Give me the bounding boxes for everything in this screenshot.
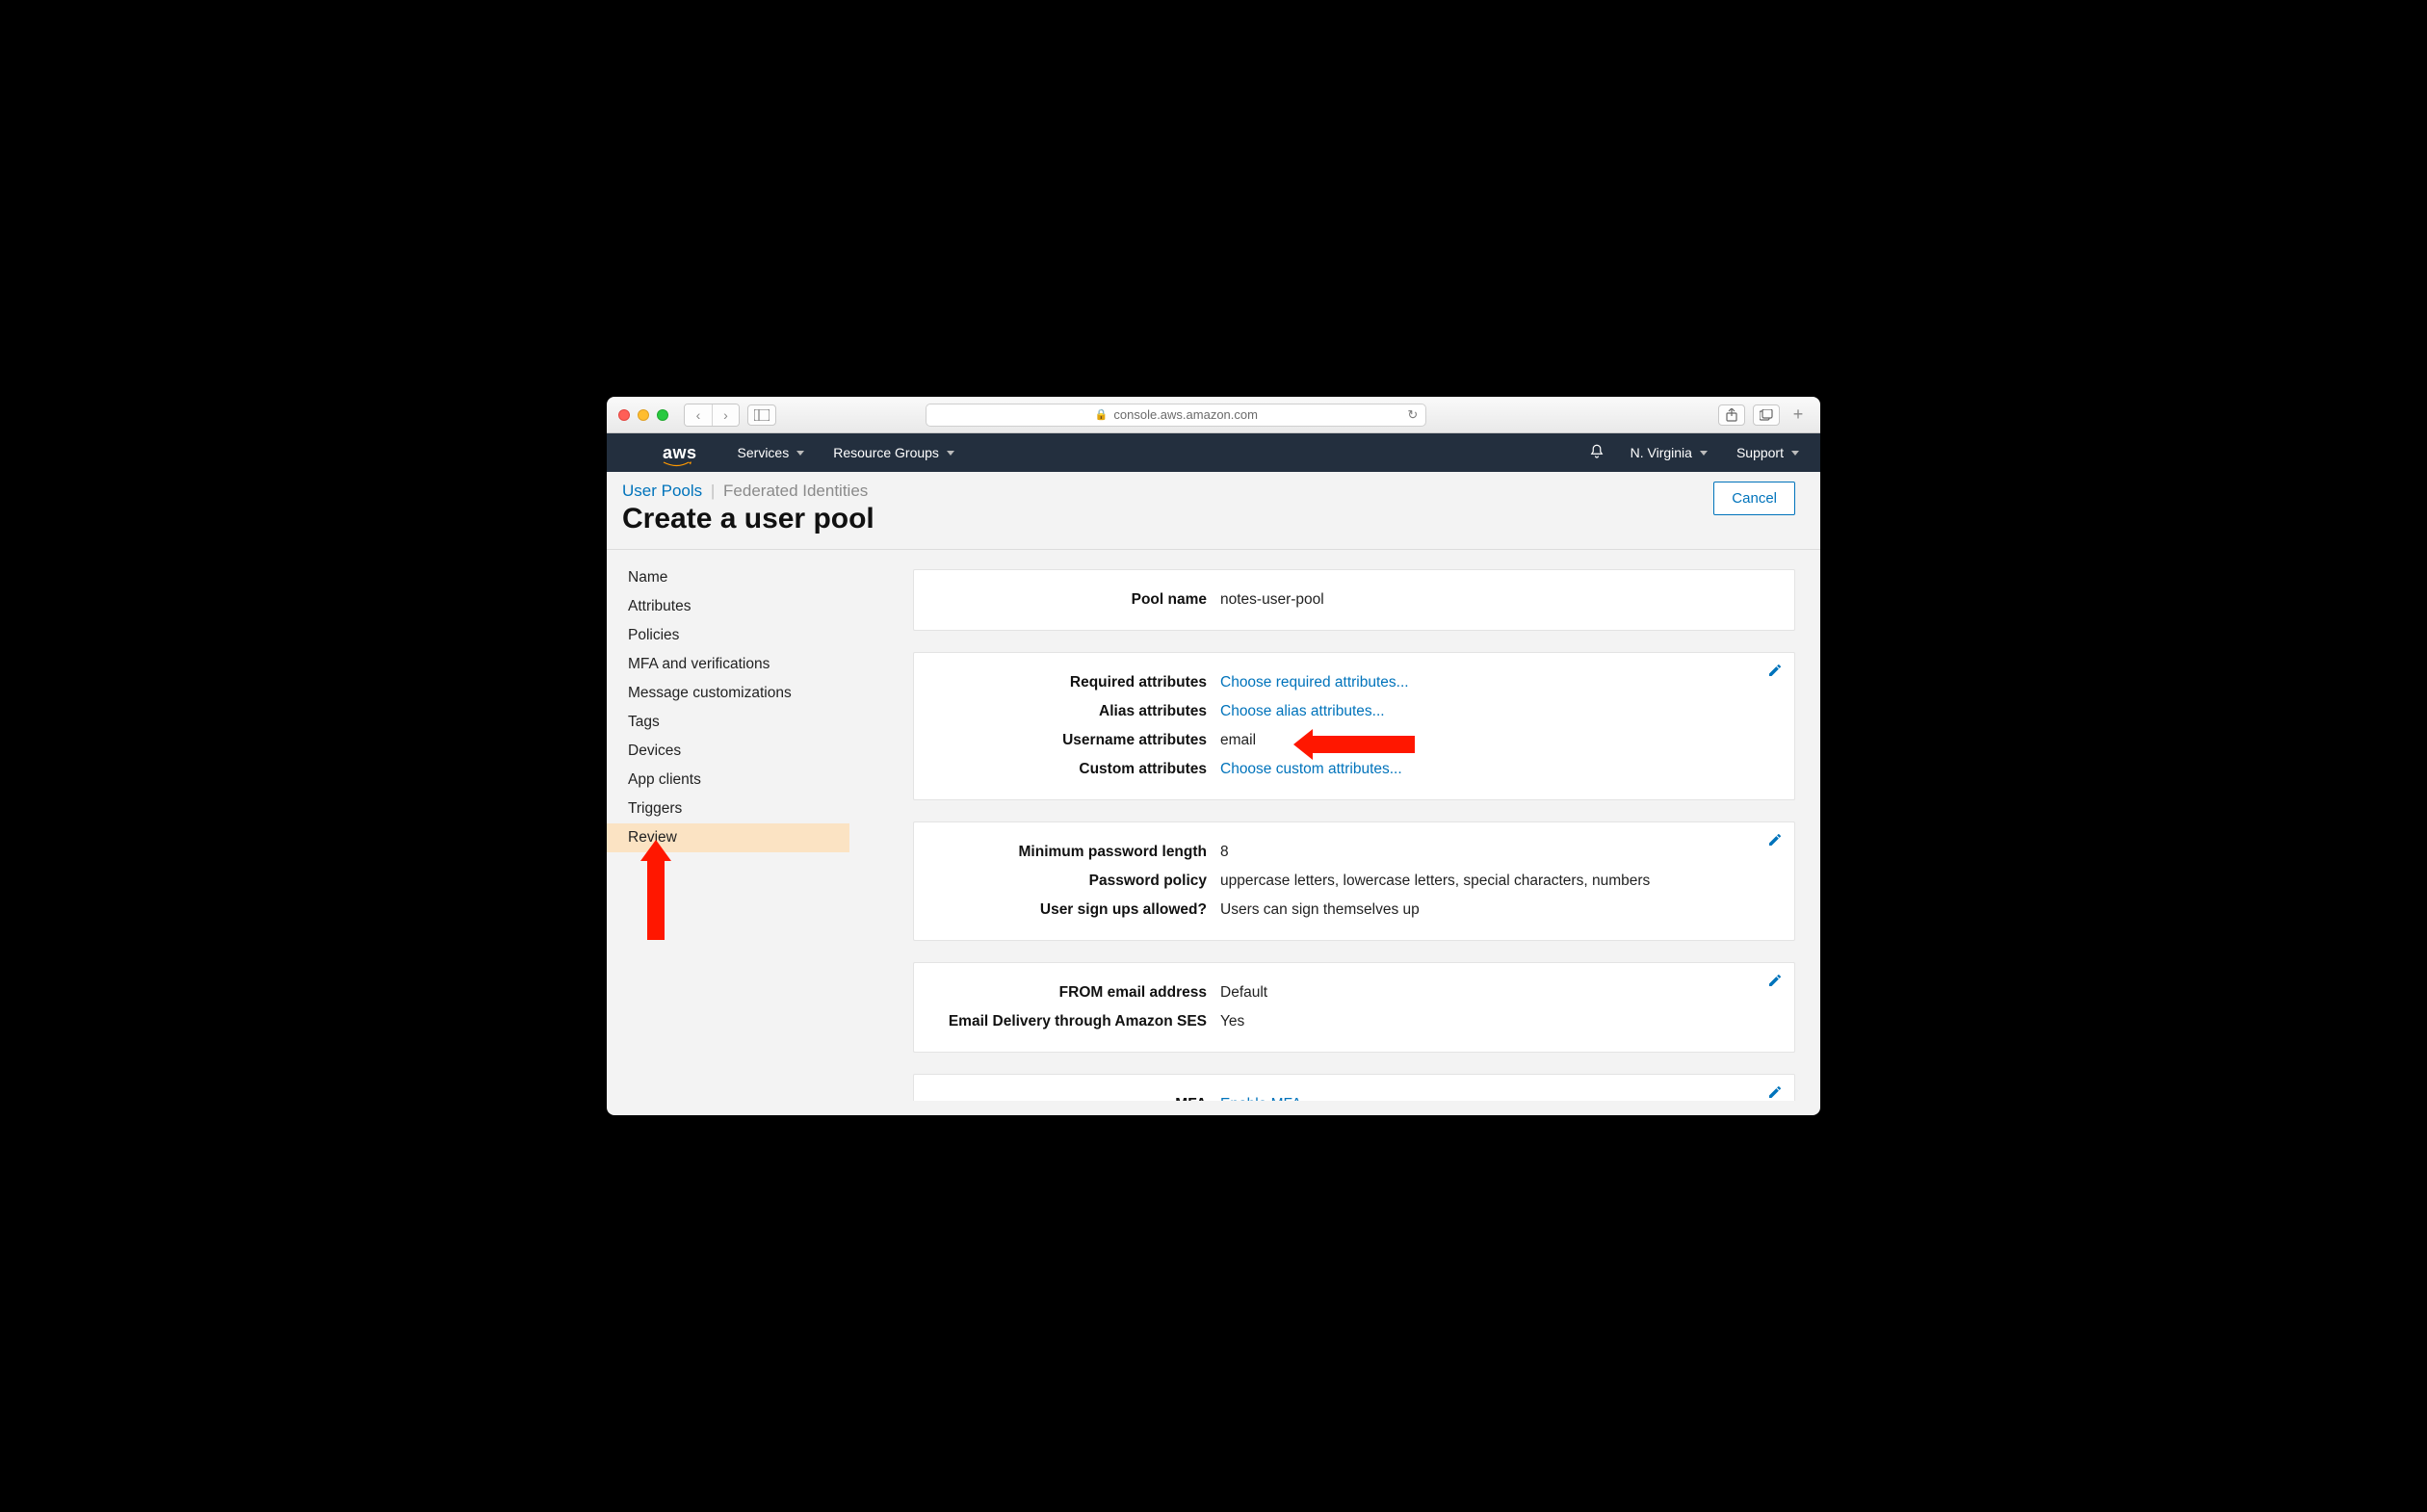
pencil-icon	[1767, 973, 1783, 988]
chevron-down-icon	[1791, 451, 1799, 456]
ses-value: Yes	[1220, 1013, 1244, 1030]
content-body: Name Attributes Policies MFA and verific…	[607, 550, 1820, 1101]
signup-value: Users can sign themselves up	[1220, 901, 1420, 919]
sidebar-item-tags[interactable]: Tags	[607, 708, 849, 737]
cancel-button[interactable]: Cancel	[1713, 482, 1795, 515]
required-attrs-link[interactable]: Choose required attributes...	[1220, 674, 1409, 691]
nav-resource-groups[interactable]: Resource Groups	[833, 445, 954, 460]
pencil-icon	[1767, 1084, 1783, 1100]
page: User Pools | Federated Identities Create…	[607, 472, 1820, 1115]
nav-services[interactable]: Services	[738, 445, 805, 460]
address-bar[interactable]: 🔒 console.aws.amazon.com ↻	[926, 404, 1426, 427]
nav-support-label: Support	[1736, 445, 1784, 460]
aws-logo[interactable]: aws	[663, 443, 697, 463]
pool-name-value: notes-user-pool	[1220, 591, 1324, 609]
custom-attrs-label: Custom attributes	[931, 761, 1220, 778]
bell-icon	[1588, 443, 1605, 460]
minlen-value: 8	[1220, 844, 1229, 861]
sidebar-icon	[754, 409, 770, 421]
chevron-down-icon	[796, 451, 804, 456]
minlen-label: Minimum password length	[931, 844, 1220, 861]
signup-label: User sign ups allowed?	[931, 901, 1220, 919]
browser-chrome: ‹ › 🔒 console.aws.amazon.com ↻ +	[607, 397, 1820, 433]
chrome-right: +	[1718, 404, 1809, 426]
chevron-down-icon	[947, 451, 954, 456]
share-button[interactable]	[1718, 404, 1745, 426]
policy-label: Password policy	[931, 873, 1220, 890]
sidebar-item-devices[interactable]: Devices	[607, 737, 849, 766]
url-text: console.aws.amazon.com	[1113, 407, 1258, 422]
crumb-user-pools[interactable]: User Pools	[622, 482, 702, 500]
mfa-link[interactable]: Enable MFA...	[1220, 1096, 1314, 1101]
tabs-button[interactable]	[1753, 404, 1780, 426]
window-controls	[618, 409, 668, 421]
nav-region-label: N. Virginia	[1631, 445, 1692, 460]
username-attrs-label: Username attributes	[931, 732, 1220, 749]
required-attrs-label: Required attributes	[931, 674, 1220, 691]
page-title: Create a user pool	[607, 501, 1820, 549]
edit-password-button[interactable]	[1767, 832, 1783, 852]
sidebar-item-triggers[interactable]: Triggers	[607, 795, 849, 823]
card-password: Minimum password length 8 Password polic…	[913, 821, 1795, 941]
nav-region[interactable]: N. Virginia	[1631, 445, 1708, 460]
wizard-sidebar: Name Attributes Policies MFA and verific…	[607, 560, 849, 852]
nav-services-label: Services	[738, 445, 790, 460]
card-poolname: Pool name notes-user-pool	[913, 569, 1795, 631]
annotation-arrow-horizontal	[1309, 736, 1415, 753]
sidebar-item-appclients[interactable]: App clients	[607, 766, 849, 795]
alias-attrs-label: Alias attributes	[931, 703, 1220, 720]
breadcrumb: User Pools | Federated Identities	[607, 472, 1820, 501]
pencil-icon	[1767, 663, 1783, 678]
sidebar-item-mfa[interactable]: MFA and verifications	[607, 650, 849, 679]
forward-button[interactable]: ›	[712, 404, 739, 426]
notifications-button[interactable]	[1588, 443, 1605, 463]
review-main: Pool name notes-user-pool Required attri…	[849, 560, 1805, 1101]
sidebar-item-policies[interactable]: Policies	[607, 621, 849, 650]
chevron-down-icon	[1700, 451, 1708, 456]
annotation-arrow-vertical	[647, 857, 665, 940]
back-button[interactable]: ‹	[685, 404, 712, 426]
pool-name-label: Pool name	[931, 591, 1220, 609]
from-email-value: Default	[1220, 984, 1267, 1002]
custom-attrs-link[interactable]: Choose custom attributes...	[1220, 761, 1402, 777]
sidebar-item-messages[interactable]: Message customizations	[607, 679, 849, 708]
from-email-label: FROM email address	[931, 984, 1220, 1002]
reload-icon[interactable]: ↻	[1407, 407, 1418, 423]
crumb-federated[interactable]: Federated Identities	[723, 482, 868, 500]
card-mfa: MFA Enable MFA...	[913, 1074, 1795, 1101]
history-nav: ‹ ›	[684, 404, 740, 427]
sidebar-toggle-button[interactable]	[747, 404, 776, 426]
tabs-icon	[1760, 409, 1773, 421]
edit-email-button[interactable]	[1767, 973, 1783, 993]
sidebar-item-name[interactable]: Name	[607, 563, 849, 592]
close-icon[interactable]	[618, 409, 630, 421]
card-email: FROM email address Default Email Deliver…	[913, 962, 1795, 1053]
aws-top-nav: aws Services Resource Groups N. Virginia…	[607, 433, 1820, 472]
nav-resource-groups-label: Resource Groups	[833, 445, 939, 460]
sidebar-item-attributes[interactable]: Attributes	[607, 592, 849, 621]
edit-mfa-button[interactable]	[1767, 1084, 1783, 1101]
alias-attrs-link[interactable]: Choose alias attributes...	[1220, 703, 1385, 719]
aws-smile-icon	[663, 461, 692, 469]
lock-icon: 🔒	[1095, 408, 1109, 421]
nav-support[interactable]: Support	[1736, 445, 1799, 460]
username-attrs-value: email	[1220, 732, 1256, 749]
browser-window: ‹ › 🔒 console.aws.amazon.com ↻ + aws	[607, 397, 1820, 1115]
mfa-label: MFA	[931, 1096, 1220, 1101]
crumb-separator: |	[711, 482, 715, 500]
card-attributes: Required attributes Choose required attr…	[913, 652, 1795, 800]
ses-label: Email Delivery through Amazon SES	[931, 1013, 1220, 1030]
share-icon	[1726, 408, 1737, 422]
maximize-icon[interactable]	[657, 409, 668, 421]
minimize-icon[interactable]	[638, 409, 649, 421]
pencil-icon	[1767, 832, 1783, 847]
edit-attributes-button[interactable]	[1767, 663, 1783, 683]
policy-value: uppercase letters, lowercase letters, sp…	[1220, 873, 1650, 890]
new-tab-button[interactable]: +	[1788, 404, 1809, 426]
